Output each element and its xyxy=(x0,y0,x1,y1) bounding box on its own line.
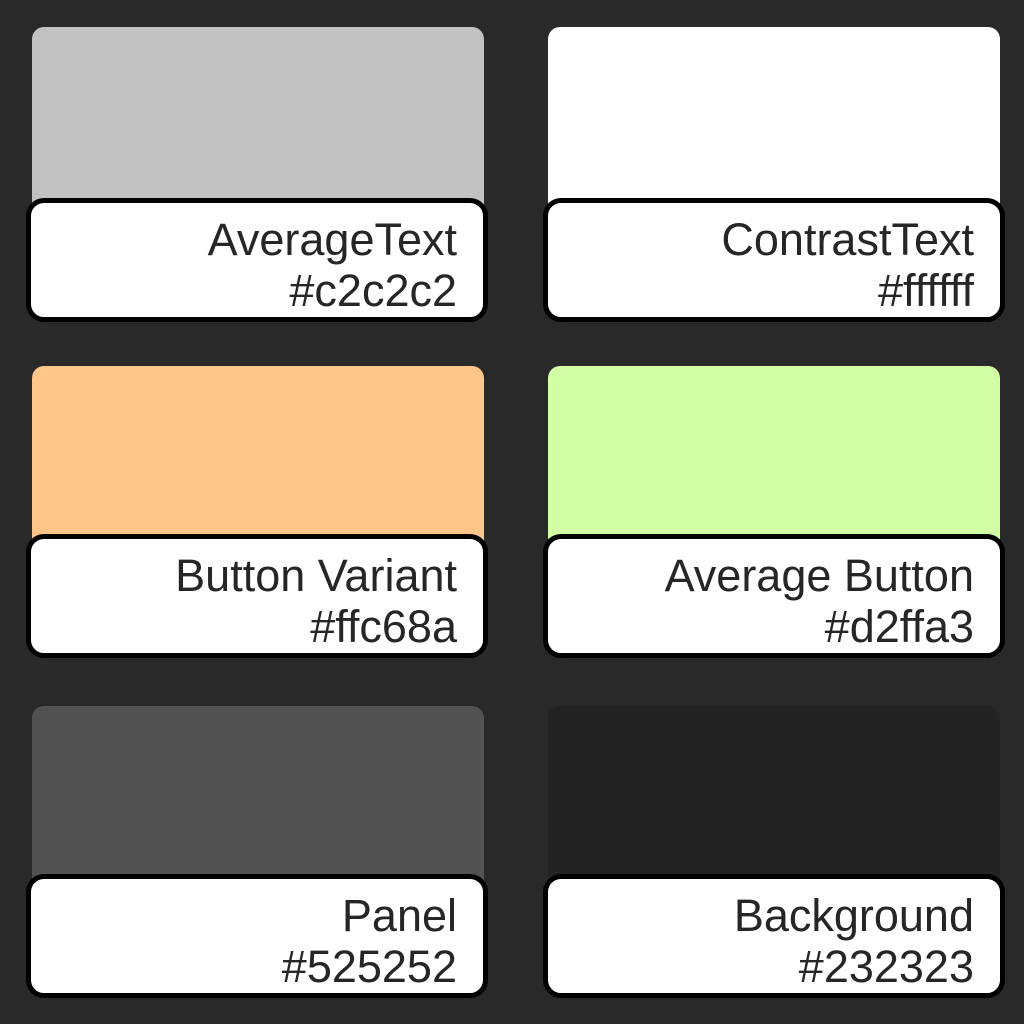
swatch-card-background: Background #232323 xyxy=(543,706,1005,1008)
swatch-hex: #ffc68a xyxy=(310,601,457,652)
swatch-label: Panel #525252 xyxy=(26,874,488,998)
swatch-label: Button Variant #ffc68a xyxy=(26,534,488,658)
swatch-card-button-variant: Button Variant #ffc68a xyxy=(26,366,488,668)
swatch-hex: #ffffff xyxy=(878,265,974,316)
swatch-label: Average Button #d2ffa3 xyxy=(543,534,1005,658)
swatch-name: AverageText xyxy=(207,214,457,265)
swatch-name: Panel xyxy=(341,890,457,941)
swatch-label: AverageText #c2c2c2 xyxy=(26,198,488,322)
swatch-label: ContrastText #ffffff xyxy=(543,198,1005,322)
swatch-name: Background xyxy=(733,890,974,941)
swatch-card-contrasttext: ContrastText #ffffff xyxy=(543,27,1005,329)
swatch-card-average-button: Average Button #d2ffa3 xyxy=(543,366,1005,668)
color-swatch xyxy=(32,27,484,227)
swatch-hex: #232323 xyxy=(798,941,974,992)
swatch-hex: #c2c2c2 xyxy=(289,265,457,316)
swatch-name: Average Button xyxy=(664,550,974,601)
swatch-hex: #d2ffa3 xyxy=(824,601,974,652)
swatch-label: Background #232323 xyxy=(543,874,1005,998)
color-swatch xyxy=(548,27,1000,227)
swatch-name: ContrastText xyxy=(721,214,974,265)
swatch-hex: #525252 xyxy=(281,941,457,992)
swatch-card-panel: Panel #525252 xyxy=(26,706,488,1008)
swatch-name: Button Variant xyxy=(175,550,457,601)
swatch-card-averagetext: AverageText #c2c2c2 xyxy=(26,27,488,329)
